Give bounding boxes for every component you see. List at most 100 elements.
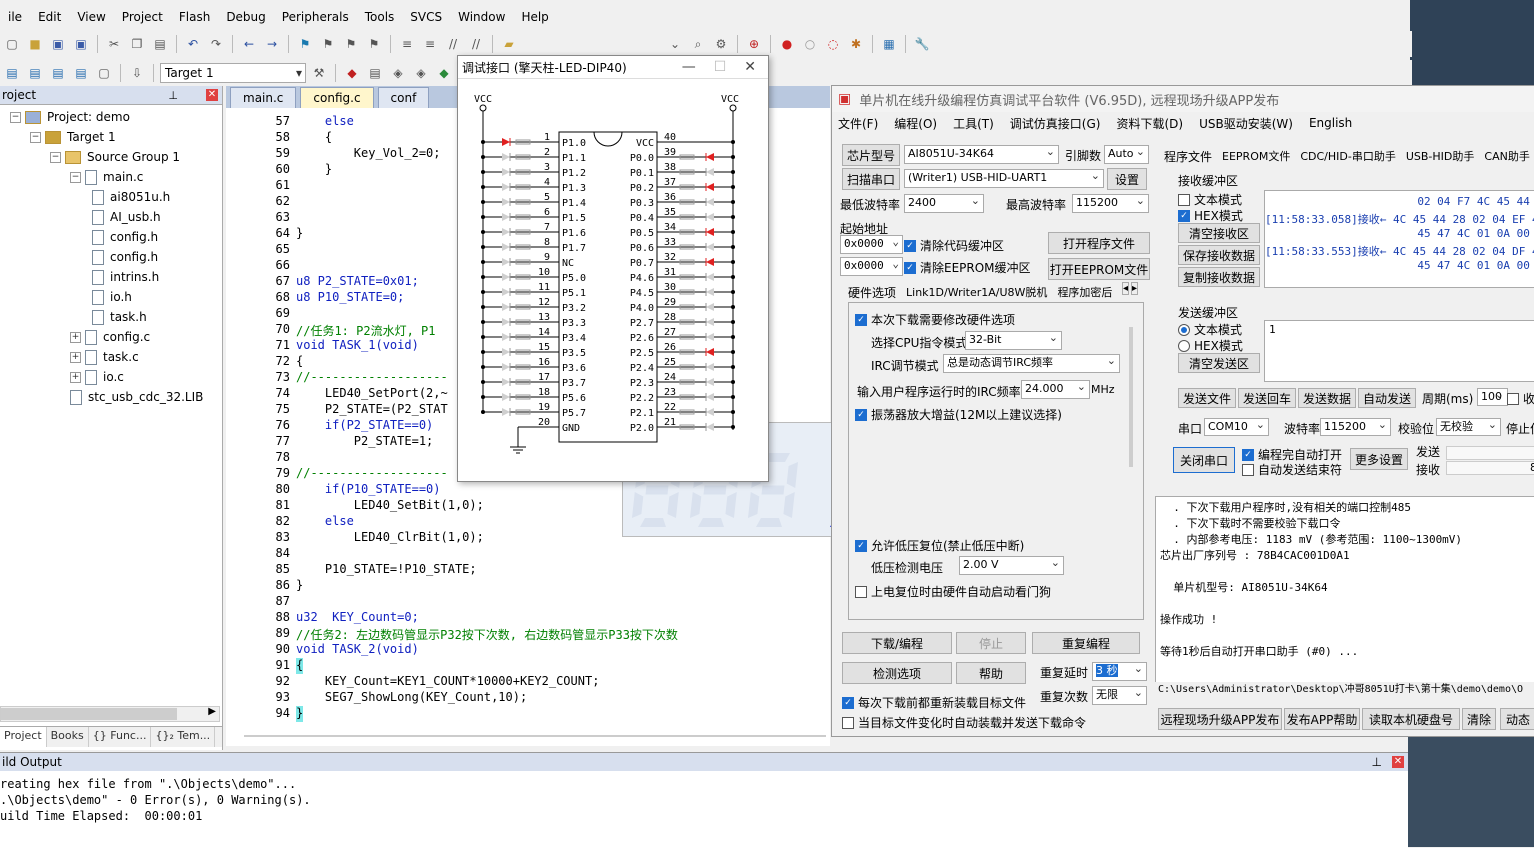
isp-menu-program[interactable]: 编程(O): [894, 115, 937, 132]
min-baud-select[interactable]: 2400: [904, 194, 984, 213]
menu-help[interactable]: Help: [513, 10, 556, 24]
incremental-find-icon[interactable]: ⚙: [711, 34, 731, 54]
menu-peripherals[interactable]: Peripherals: [274, 10, 357, 24]
isp-menu-usb-driver[interactable]: USB驱动安装(W): [1199, 115, 1293, 132]
expander-icon[interactable]: −: [70, 171, 81, 183]
batch-build-icon[interactable]: ▤: [71, 63, 91, 83]
addr2-input[interactable]: 0x0000: [840, 257, 903, 276]
editor-hscroll[interactable]: [244, 735, 826, 737]
dip-maximize-icon[interactable]: ☐: [714, 59, 727, 75]
menu-project[interactable]: Project: [114, 10, 171, 24]
hw-tab-scroll[interactable]: ◂ ▸: [1122, 282, 1139, 295]
cut-icon[interactable]: ✂: [104, 34, 124, 54]
parity-select[interactable]: 无校验: [1436, 418, 1501, 436]
nav-forward-icon[interactable]: →: [262, 34, 282, 54]
hw-panel-scrollbar[interactable]: [1129, 327, 1133, 467]
tree-item[interactable]: + io.c: [0, 367, 222, 387]
editor-tab-main[interactable]: main.c: [230, 87, 297, 108]
save-rx-button[interactable]: 保存接收数据: [1178, 245, 1260, 265]
debug-start-icon[interactable]: ⊕: [744, 34, 764, 54]
breakpoint-disable-icon[interactable]: ○: [800, 34, 820, 54]
menu-edit[interactable]: Edit: [30, 10, 69, 24]
tree-item[interactable]: io.h: [0, 287, 222, 307]
period-input[interactable]: 100: [1477, 388, 1508, 406]
download-program-button[interactable]: 下载/编程: [842, 632, 952, 654]
tree-item[interactable]: ai8051u.h: [0, 187, 222, 207]
paste-icon[interactable]: ▤: [150, 34, 170, 54]
run-time-env-icon[interactable]: ◆: [434, 63, 454, 83]
irc-mode-select[interactable]: 总是动态调节IRC频率: [943, 354, 1120, 373]
menu-window[interactable]: Window: [450, 10, 513, 24]
rebuild-icon[interactable]: ▤: [48, 63, 68, 83]
editor-tab-conf[interactable]: conf: [377, 87, 430, 108]
baud-select[interactable]: 115200: [1320, 418, 1391, 436]
find-icon[interactable]: ⌕: [688, 34, 708, 54]
tx-hex-mode-radio[interactable]: HEX模式: [1178, 337, 1243, 354]
osc-gain-checkbox[interactable]: ✓ 振荡器放大增益(12M以上建议选择): [855, 406, 1062, 423]
save-icon[interactable]: ▣: [48, 34, 68, 54]
pin-icon[interactable]: ⊥: [168, 89, 178, 102]
tree-item[interactable]: + task.c: [0, 347, 222, 367]
translate-icon[interactable]: ▤: [2, 63, 22, 83]
auto-send-button[interactable]: 自动发送: [1358, 388, 1416, 408]
project-hscrollbar[interactable]: ▶: [0, 706, 220, 722]
copy-icon[interactable]: ❐: [127, 34, 147, 54]
recv-checkbox[interactable]: 收发: [1507, 390, 1534, 407]
operation-log[interactable]: . 下次下载用户程序时,没有相关的端口控制485 . 下次下载时不需要校验下载口…: [1155, 496, 1534, 684]
settings-button[interactable]: 设置: [1107, 168, 1147, 190]
isp-menu-tools[interactable]: 工具(T): [953, 115, 994, 132]
auto-reload-checkbox[interactable]: 当目标文件变化时自动装载并发送下载命令: [842, 714, 1086, 731]
expander-icon[interactable]: −: [30, 131, 41, 143]
tab-hw-options[interactable]: 硬件选项: [848, 284, 896, 301]
tab-can-helper[interactable]: CAN助手: [1484, 148, 1529, 165]
tab-encrypt[interactable]: 程序加密后: [1057, 284, 1112, 301]
clear-rx-button[interactable]: 清空接收区: [1178, 223, 1260, 243]
expander-icon[interactable]: +: [70, 351, 81, 363]
open-eeprom-button[interactable]: 打开EEPROM文件: [1048, 258, 1150, 280]
com-port-select[interactable]: COM10: [1204, 418, 1269, 436]
tree-item[interactable]: intrins.h: [0, 267, 222, 287]
stop-button[interactable]: 停止: [956, 632, 1026, 654]
tab-program-file[interactable]: 程序文件: [1164, 148, 1212, 165]
auto-send-end-checkbox[interactable]: 自动发送结束符: [1242, 461, 1342, 478]
copy-rx-button[interactable]: 复制接收数据: [1178, 267, 1260, 287]
build-icon[interactable]: ▤: [25, 63, 45, 83]
isp-menu-download[interactable]: 资料下载(D): [1116, 115, 1183, 132]
lvr-checkbox[interactable]: ✓ 允许低压复位(禁止低压中断): [855, 537, 1024, 554]
nav-back-icon[interactable]: ←: [239, 34, 259, 54]
check-options-button[interactable]: 检测选项: [842, 662, 952, 684]
comment-icon[interactable]: //: [443, 34, 463, 54]
chip-type-select[interactable]: AI8051U-34K64: [904, 145, 1059, 164]
manage-project-icon[interactable]: ▤: [365, 63, 385, 83]
menu-flash[interactable]: Flash: [171, 10, 218, 24]
close-port-button[interactable]: 关闭串口: [1173, 447, 1235, 473]
help-button[interactable]: 帮助: [956, 662, 1026, 684]
addr1-input[interactable]: 0x0000: [840, 235, 903, 254]
pack-installer-icon[interactable]: ◈: [388, 63, 408, 83]
isp-menu-debug[interactable]: 调试仿真接口(G): [1010, 115, 1101, 132]
breakpoint-kill-icon[interactable]: ✱: [846, 34, 866, 54]
tab-link1d[interactable]: Link1D/Writer1A/U8W脱机: [906, 284, 1047, 301]
tab-usb-hid[interactable]: USB-HID助手: [1406, 148, 1475, 165]
search-combo-arrow-icon[interactable]: ⌄: [665, 34, 685, 54]
breakpoint-disable-all-icon[interactable]: ◌: [823, 34, 843, 54]
repeat-program-button[interactable]: 重复编程: [1032, 632, 1140, 654]
dynamic-button[interactable]: 动态: [1500, 708, 1534, 730]
close-icon[interactable]: ✕: [206, 89, 218, 101]
tree-item[interactable]: + config.c: [0, 327, 222, 347]
menu-file[interactable]: ile: [0, 10, 30, 24]
tree-item[interactable]: stc_usb_cdc_32.LIB: [0, 387, 222, 407]
tx-text-mode-radio[interactable]: 文本模式: [1178, 321, 1242, 338]
menu-debug[interactable]: Debug: [218, 10, 273, 24]
expander-icon[interactable]: +: [70, 331, 81, 343]
modify-hw-checkbox[interactable]: ✓ 本次下载需要修改硬件选项: [855, 311, 1015, 328]
read-disk-button[interactable]: 读取本机硬盘号: [1362, 708, 1460, 730]
tree-item[interactable]: AI_usb.h: [0, 207, 222, 227]
clear-button[interactable]: 清除: [1462, 708, 1496, 730]
bookmark-next-icon[interactable]: ⚑: [341, 34, 361, 54]
clear-tx-button[interactable]: 清空发送区: [1178, 353, 1260, 373]
wdt-checkbox[interactable]: 上电复位时由硬件自动启动看门狗: [855, 583, 1051, 600]
isp-menu-english[interactable]: English: [1309, 116, 1352, 130]
clear-eeprom-checkbox[interactable]: ✓ 清除EEPROM缓冲区: [904, 259, 1031, 276]
send-data-button[interactable]: 发送数据: [1298, 388, 1356, 408]
